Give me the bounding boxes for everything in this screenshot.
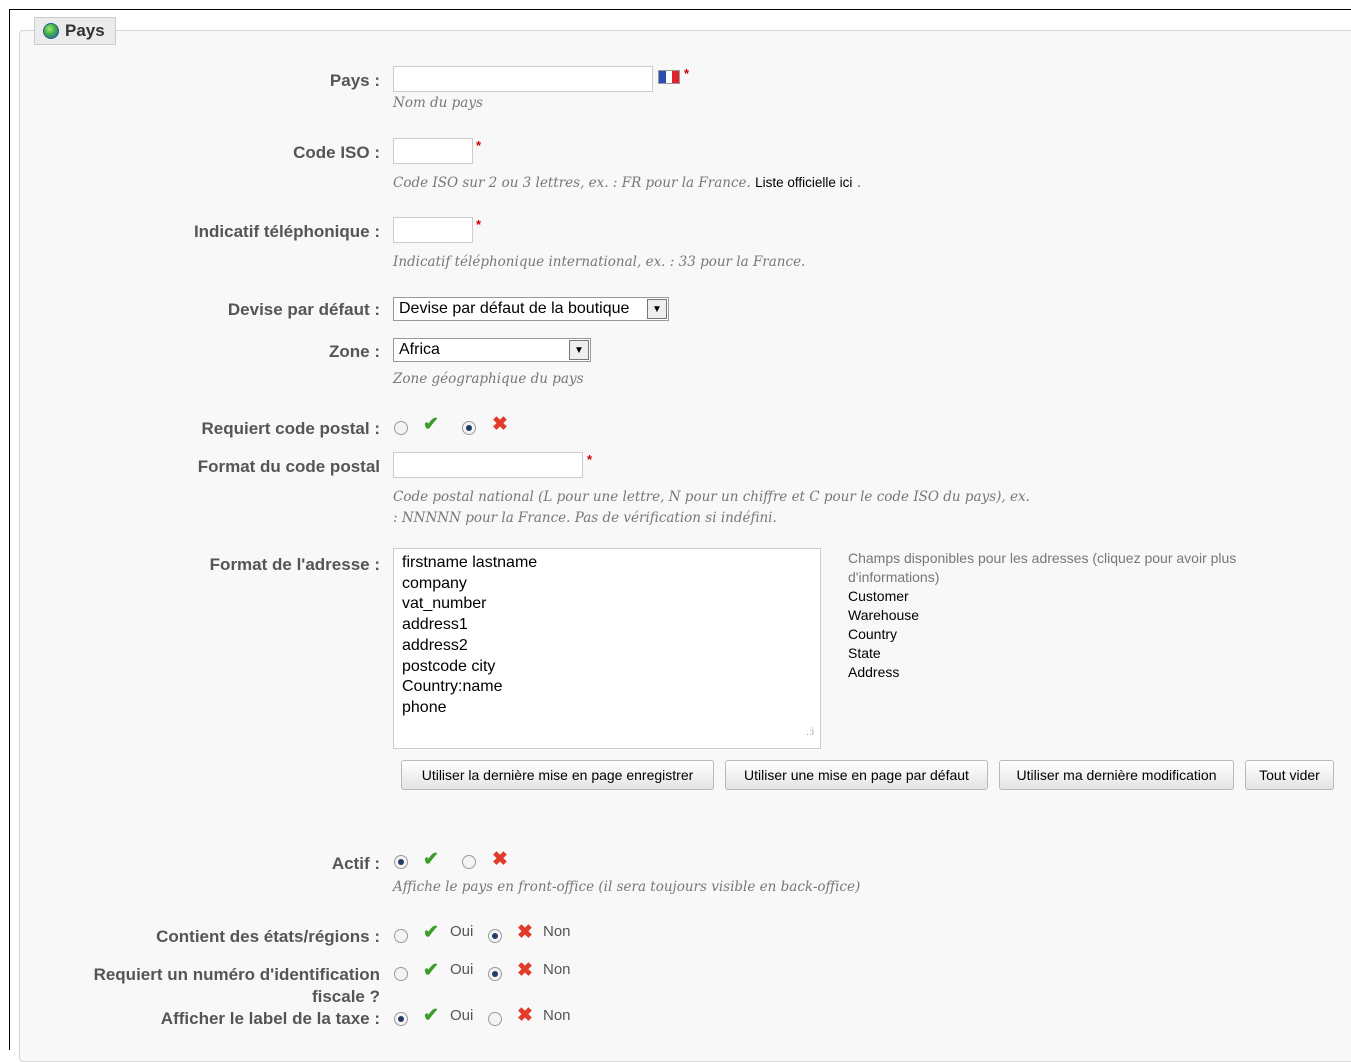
no-label: Non (543, 923, 571, 940)
display-tax-label-yes-radio[interactable] (394, 1012, 408, 1026)
cross-icon: ✖ (492, 849, 508, 870)
active-label: Actif : (331, 854, 380, 873)
zip-format-label: Format du code postal (197, 457, 380, 476)
legend-title: Pays (65, 21, 105, 40)
phone-prefix-input[interactable] (393, 217, 473, 243)
use-last-modification-button[interactable]: Utiliser ma dernière modification (999, 760, 1234, 790)
flag-stripe-red (672, 71, 680, 83)
zip-required-label: Requiert code postal : (201, 419, 380, 438)
fieldset-legend: Pays (34, 17, 116, 45)
use-default-layout-button[interactable]: Utiliser une mise en page par défaut (725, 760, 988, 790)
display-tax-label-label: Afficher le label de la taxe : (160, 1009, 380, 1028)
phone-prefix-hint: Indicatif téléphonique international, ex… (393, 254, 806, 270)
check-icon: ✔ (423, 849, 439, 870)
cross-icon: ✖ (517, 1005, 533, 1026)
check-icon: ✔ (423, 960, 439, 981)
flag-fr-icon[interactable] (658, 70, 680, 84)
address-line: vat_number (402, 595, 487, 613)
iso-official-list-link[interactable]: Liste officielle ici (755, 175, 852, 190)
available-field-link[interactable]: State (848, 644, 1308, 663)
available-field-link[interactable]: Address (848, 663, 1308, 682)
vat-number-required-yes-radio[interactable] (394, 967, 408, 981)
address-line: address1 (402, 616, 468, 634)
iso-code-input[interactable] (393, 138, 473, 164)
available-field-link[interactable]: Customer (848, 587, 1308, 606)
cross-icon: ✖ (492, 414, 508, 435)
iso-code-hint: Code ISO sur 2 ou 3 lettres, ex. : FR po… (393, 175, 861, 191)
yes-label: Oui (450, 1007, 474, 1024)
address-line: phone (402, 698, 447, 716)
default-currency-select[interactable]: Devise par défaut de la boutique ▼ (393, 297, 669, 321)
yes-label: Oui (450, 923, 474, 940)
iso-hint-text: Code ISO sur 2 ou 3 lettres, ex. : FR po… (393, 175, 751, 191)
required-star: * (587, 452, 593, 467)
dropdown-arrow-icon[interactable]: ▼ (647, 299, 667, 319)
resize-grip-icon[interactable]: .:i (806, 723, 814, 744)
clear-all-button[interactable]: Tout vider (1245, 760, 1334, 790)
no-label: Non (543, 1007, 571, 1024)
address-line: company (402, 574, 467, 592)
iso-hint-end: . (856, 175, 861, 191)
zone-select[interactable]: Africa ▼ (393, 338, 591, 362)
active-no-radio[interactable] (462, 855, 476, 869)
yes-label: Oui (450, 961, 474, 978)
zone-label: Zone : (329, 342, 380, 361)
zip-format-input[interactable] (393, 452, 583, 478)
active-hint: Affiche le pays en front-office (il sera… (393, 879, 861, 895)
no-label: Non (543, 961, 571, 978)
vat-number-required-no-radio[interactable] (488, 967, 502, 981)
zone-hint: Zone géographique du pays (393, 371, 584, 387)
zip-format-hint-line1: Code postal national (L pour une lettre,… (393, 489, 1030, 505)
phone-prefix-label: Indicatif téléphonique : (193, 222, 380, 241)
country-name-hint: Nom du pays (393, 95, 483, 111)
zip-format-hint-line2: : NNNNN pour la France. Pas de vérificat… (393, 510, 777, 526)
country-name-label: Pays : (329, 71, 380, 90)
country-name-input[interactable] (393, 66, 653, 92)
iso-code-label: Code ISO : (293, 143, 380, 162)
default-currency-label: Devise par défaut : (227, 300, 380, 319)
required-star: * (476, 217, 482, 232)
check-icon: ✔ (423, 414, 439, 435)
contains-states-yes-radio[interactable] (394, 929, 408, 943)
available-fields-panel: Champs disponibles pour les adresses (cl… (848, 549, 1308, 682)
vat-number-required-label-line1: Requiert un numéro d'identification (93, 965, 380, 984)
default-currency-value: Devise par défaut de la boutique (399, 300, 630, 317)
address-format-label: Format de l'adresse : (209, 555, 380, 574)
available-fields-title: Champs disponibles pour les adresses (cl… (848, 550, 1237, 585)
address-line: firstname lastname (402, 554, 538, 571)
zone-value: Africa (399, 341, 440, 358)
check-icon: ✔ (423, 1005, 439, 1026)
vat-number-required-label-line2: fiscale ? (311, 987, 380, 1006)
contains-states-label: Contient des états/régions : (156, 927, 380, 946)
available-field-link[interactable]: Country (848, 625, 1308, 644)
globe-icon (43, 23, 59, 39)
flag-stripe-white (665, 71, 673, 83)
required-star: * (476, 138, 482, 153)
cross-icon: ✖ (517, 922, 533, 943)
zip-required-no-radio[interactable] (462, 421, 476, 435)
display-tax-label-no-radio[interactable] (488, 1012, 502, 1026)
cross-icon: ✖ (517, 960, 533, 981)
address-format-textarea[interactable]: firstname lastname company vat_number ad… (393, 548, 821, 749)
address-line: address2 (402, 636, 468, 654)
use-last-saved-layout-button[interactable]: Utiliser la dernière mise en page enregi… (401, 760, 714, 790)
active-yes-radio[interactable] (394, 855, 408, 869)
address-line: Country:name (402, 678, 503, 696)
flag-stripe-blue (659, 71, 666, 83)
address-line: postcode city (402, 657, 496, 675)
check-icon: ✔ (423, 922, 439, 943)
dropdown-arrow-icon[interactable]: ▼ (569, 340, 589, 360)
available-field-link[interactable]: Warehouse (848, 606, 1308, 625)
required-star: * (684, 66, 690, 81)
zip-required-yes-radio[interactable] (394, 421, 408, 435)
contains-states-no-radio[interactable] (488, 929, 502, 943)
